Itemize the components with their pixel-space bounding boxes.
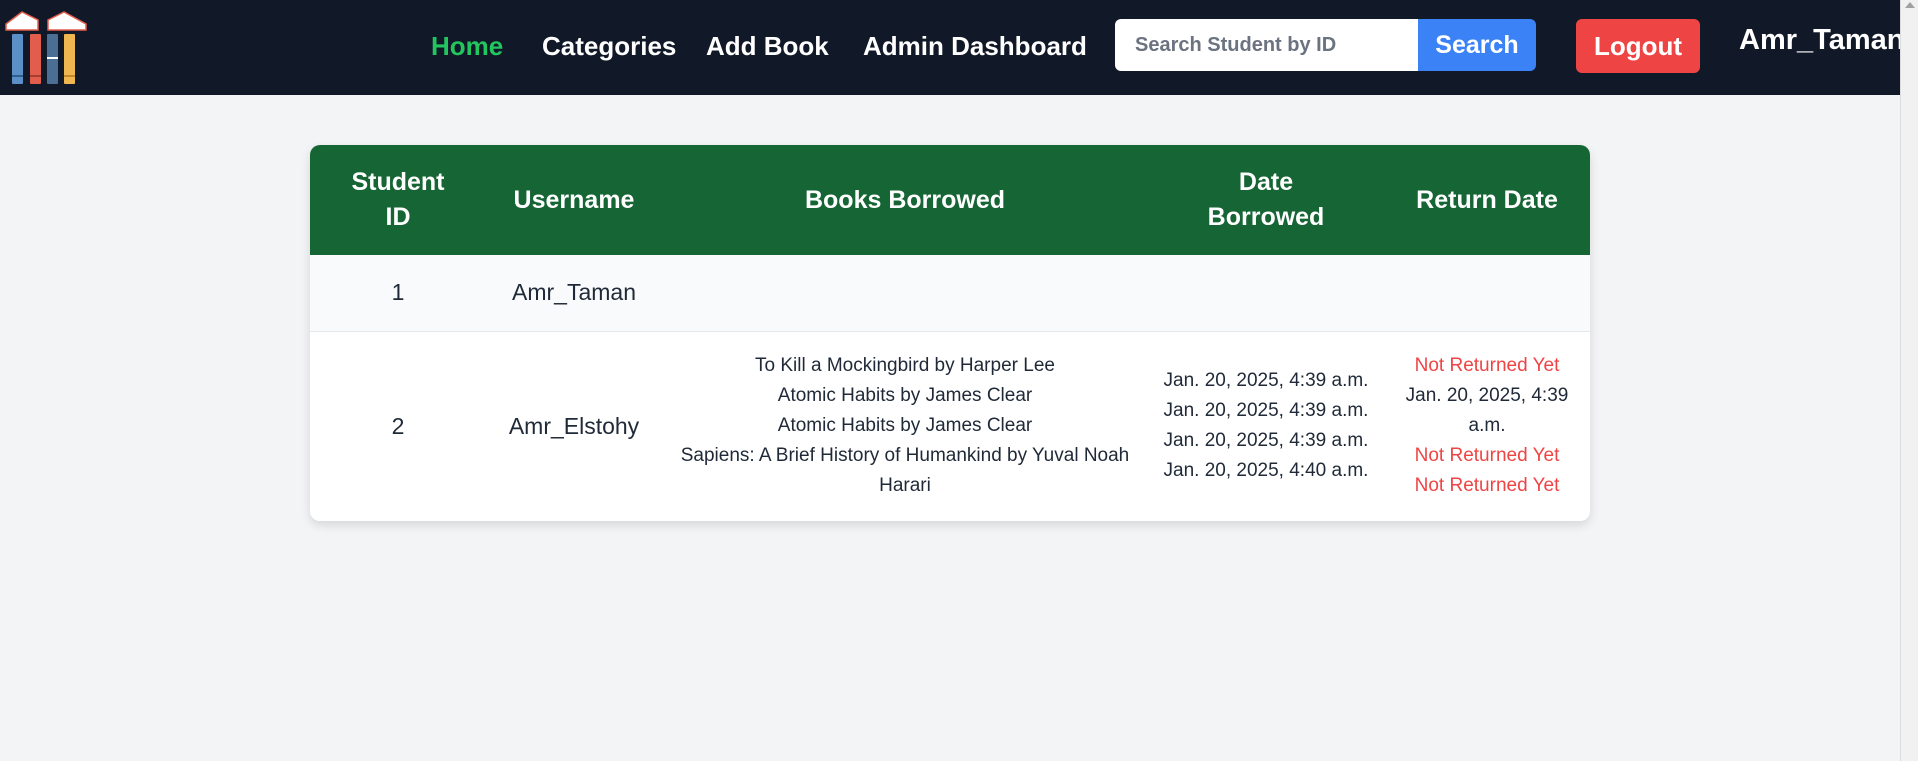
nav-link-admin-dashboard[interactable]: Admin Dashboard <box>863 28 1087 64</box>
table-row: 2 Amr_Elstohy To Kill a Mockingbird by H… <box>310 331 1590 521</box>
header-books-borrowed: Books Borrowed <box>804 185 1006 214</box>
header-return-date: Return Date <box>1416 185 1558 214</box>
borrow-date: Jan. 20, 2025, 4:39 a.m. <box>1163 430 1369 452</box>
return-status: Not Returned Yet <box>1414 355 1560 377</box>
student-id-cell: 1 <box>391 279 405 306</box>
student-id-cell: 2 <box>391 412 405 439</box>
borrowed-book: Sapiens: A Brief History of Humankind by… <box>680 445 1130 497</box>
return-status: Not Returned Yet <box>1414 445 1560 467</box>
username-cell: Amr_Taman <box>512 279 636 306</box>
return-status: Not Returned Yet <box>1414 475 1560 497</box>
nav-link-categories[interactable]: Categories <box>542 28 676 64</box>
date-borrowed-cell: Jan. 20, 2025, 4:39 a.m. Jan. 20, 2025, … <box>1148 331 1384 521</box>
search-input[interactable] <box>1115 19 1419 71</box>
borrowed-book: Atomic Habits by James Clear <box>777 385 1033 407</box>
search-button[interactable]: Search <box>1418 19 1536 71</box>
return-date: Jan. 20, 2025, 4:39 a.m. <box>1405 385 1569 437</box>
books-borrowed-cell <box>662 255 1148 331</box>
vertical-scrollbar[interactable] <box>1900 0 1918 761</box>
current-username: Amr_Taman <box>1739 24 1905 56</box>
borrow-date: Jan. 20, 2025, 4:39 a.m. <box>1163 370 1369 392</box>
logout-button[interactable]: Logout <box>1576 19 1700 73</box>
borrowed-book: Atomic Habits by James Clear <box>777 415 1033 437</box>
students-table-card: Student ID Username Books Borrowed Date … <box>310 145 1590 521</box>
username-cell: Amr_Elstohy <box>508 412 640 439</box>
return-date-cell <box>1384 255 1590 331</box>
borrow-date: Jan. 20, 2025, 4:39 a.m. <box>1163 400 1369 422</box>
table-row: 1 Amr_Taman <box>310 255 1590 331</box>
borrow-date: Jan. 20, 2025, 4:40 a.m. <box>1163 460 1369 482</box>
borrowed-book: To Kill a Mockingbird by Harper Lee <box>755 355 1055 377</box>
return-date-cell: Not Returned Yet Jan. 20, 2025, 4:39 a.m… <box>1384 331 1590 521</box>
header-date-borrowed: Date Borrowed <box>1207 168 1325 231</box>
table-header-row: Student ID Username Books Borrowed Date … <box>310 145 1590 255</box>
nav-link-add-book[interactable]: Add Book <box>706 28 829 64</box>
books-logo-icon[interactable] <box>0 6 90 86</box>
books-borrowed-cell: To Kill a Mockingbird by Harper Lee Atom… <box>662 331 1148 521</box>
header-student-id: Student ID <box>351 168 445 231</box>
header-username: Username <box>513 185 635 214</box>
date-borrowed-cell <box>1148 255 1384 331</box>
scroll-up-arrow-icon[interactable] <box>1905 2 1915 8</box>
top-navbar: Home Categories Add Book Admin Dashboard… <box>0 0 1904 95</box>
nav-link-home[interactable]: Home <box>431 28 503 64</box>
students-table: Student ID Username Books Borrowed Date … <box>310 145 1590 521</box>
